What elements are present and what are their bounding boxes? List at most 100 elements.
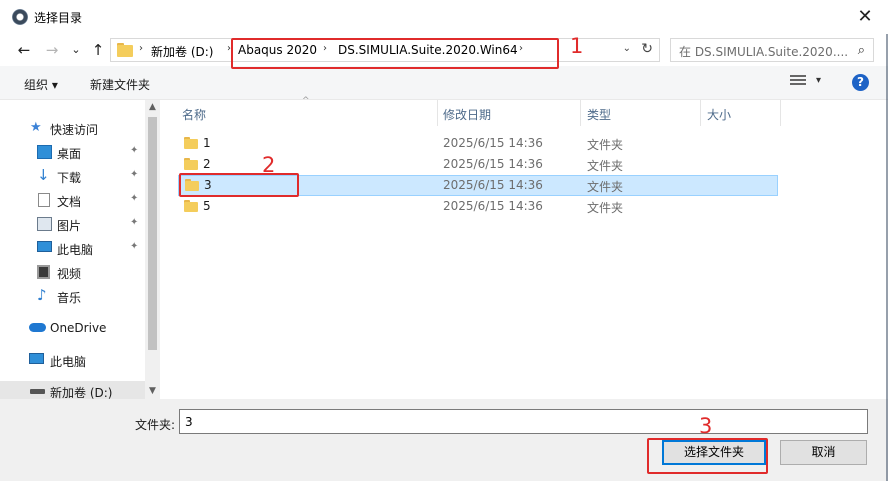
folder-icon xyxy=(184,200,198,212)
cancel-button[interactable]: 取消 xyxy=(780,440,867,465)
sidebar-item-drive-d[interactable]: 新加卷 (D:) xyxy=(0,381,145,400)
file-type: 文件夹 xyxy=(587,159,624,173)
picture-icon xyxy=(37,217,52,231)
navigation-pane: ★ 快速访问 桌面 ✦ ↓ 下载 ✦ 文档 ✦ 图片 ✦ 此电脑 ✦ 视频 ♪ … xyxy=(0,100,160,400)
desktop-icon xyxy=(37,145,52,159)
file-type: 文件夹 xyxy=(587,138,624,152)
file-list: ^ 名称 修改日期 类型 大小 1 2025/6/15 14:36 文件夹 2 … xyxy=(162,96,888,399)
column-divider[interactable] xyxy=(580,100,581,126)
folder-icon xyxy=(185,179,199,191)
sidebar-item-label: 此电脑 xyxy=(57,243,94,257)
column-header-size[interactable]: 大小 xyxy=(707,106,731,123)
search-input[interactable]: 在 DS.SIMULIA.Suite.2020.... xyxy=(679,43,849,60)
view-options-icon[interactable] xyxy=(790,75,806,89)
folder-icon xyxy=(184,137,198,149)
file-date: 2025/6/15 14:36 xyxy=(443,136,543,150)
sidebar-item-this-pc-quick[interactable]: 此电脑 ✦ xyxy=(0,237,145,259)
annotation-number-3: 3 xyxy=(699,414,713,438)
column-divider[interactable] xyxy=(780,100,781,126)
scroll-down-icon[interactable]: ▼ xyxy=(145,384,160,399)
download-icon: ↓ xyxy=(37,166,50,184)
pin-icon[interactable]: ✦ xyxy=(130,193,138,204)
breadcrumb-drive[interactable]: 新加卷 (D:) xyxy=(151,43,213,60)
annotation-number-2: 2 xyxy=(262,153,276,177)
folder-icon xyxy=(117,43,133,57)
file-row-selected[interactable]: 3 2025/6/15 14:36 文件夹 xyxy=(178,175,778,196)
sidebar-item-desktop[interactable]: 桌面 ✦ xyxy=(0,141,145,163)
chevron-down-icon[interactable]: ⌄ xyxy=(623,43,631,54)
sidebar-scrollbar[interactable]: ▲ ▼ xyxy=(145,100,160,399)
select-folder-button[interactable]: 选择文件夹 xyxy=(662,440,766,465)
sidebar-item-label: 音乐 xyxy=(57,291,82,305)
sort-ascending-icon: ^ xyxy=(302,96,310,106)
file-date: 2025/6/15 14:36 xyxy=(443,199,543,213)
column-header-date[interactable]: 修改日期 xyxy=(443,106,491,123)
new-folder-button[interactable]: 新建文件夹 xyxy=(90,76,150,93)
app-icon xyxy=(12,9,28,25)
pin-icon[interactable]: ✦ xyxy=(130,241,138,252)
sidebar-item-this-pc[interactable]: 此电脑 xyxy=(0,349,145,371)
sidebar-item-music[interactable]: ♪ 音乐 xyxy=(0,285,145,307)
chevron-down-icon[interactable]: ▾ xyxy=(816,75,821,86)
file-date: 2025/6/15 14:36 xyxy=(443,157,543,171)
file-name: 1 xyxy=(203,136,211,150)
pin-icon[interactable]: ✦ xyxy=(130,217,138,228)
sidebar-item-label: 快速访问 xyxy=(50,123,99,137)
scroll-up-icon[interactable]: ▲ xyxy=(145,100,160,115)
column-header-type[interactable]: 类型 xyxy=(587,106,611,123)
video-icon xyxy=(37,265,50,279)
search-icon[interactable]: ⌕ xyxy=(858,43,865,58)
sidebar-item-downloads[interactable]: ↓ 下载 ✦ xyxy=(0,165,145,187)
file-name: 2 xyxy=(203,157,211,171)
file-row[interactable]: 5 2025/6/15 14:36 文件夹 xyxy=(178,196,778,217)
computer-icon xyxy=(29,353,44,364)
computer-icon xyxy=(37,241,52,252)
back-arrow-icon[interactable]: ← xyxy=(14,40,34,60)
column-divider[interactable] xyxy=(700,100,701,126)
command-toolbar: 组织 ▾ 新建文件夹 ▾ ? xyxy=(0,66,888,100)
sidebar-item-onedrive[interactable]: OneDrive xyxy=(0,317,145,339)
sidebar-item-label: 文档 xyxy=(57,195,82,209)
file-name: 3 xyxy=(204,178,212,192)
refresh-icon[interactable]: ↻ xyxy=(641,41,653,57)
navigation-bar: ← → ⌄ ↑ › 新加卷 (D:) › Abaqus 2020 › DS.SI… xyxy=(0,34,888,66)
annotation-number-1: 1 xyxy=(570,34,584,58)
column-divider[interactable] xyxy=(437,100,438,126)
pin-icon[interactable]: ✦ xyxy=(130,145,138,156)
dialog-footer: 文件夹: 选择文件夹 取消 xyxy=(0,399,888,481)
up-arrow-icon[interactable]: ↑ xyxy=(88,40,108,60)
sidebar-item-videos[interactable]: 视频 xyxy=(0,261,145,283)
sidebar-item-quick-access[interactable]: ★ 快速访问 xyxy=(0,117,145,139)
chevron-right-icon: › xyxy=(227,43,231,54)
document-icon xyxy=(38,193,50,207)
chevron-right-icon: › xyxy=(519,43,523,54)
folder-label: 文件夹: xyxy=(135,418,176,432)
column-header-name[interactable]: 名称 xyxy=(182,106,206,123)
sidebar-item-documents[interactable]: 文档 ✦ xyxy=(0,189,145,211)
file-name: 5 xyxy=(203,199,211,213)
file-date: 2025/6/15 14:36 xyxy=(443,178,543,192)
close-icon[interactable]: ✕ xyxy=(856,8,874,26)
star-icon: ★ xyxy=(30,120,42,135)
breadcrumb-abaqus[interactable]: Abaqus 2020 xyxy=(238,43,317,57)
breadcrumb-suite[interactable]: DS.SIMULIA.Suite.2020.Win64 xyxy=(338,43,518,57)
folder-name-input[interactable] xyxy=(179,409,868,434)
forward-arrow-icon[interactable]: → xyxy=(42,40,62,60)
drive-icon xyxy=(30,389,45,394)
sidebar-item-label: 下载 xyxy=(57,171,82,185)
pin-icon[interactable]: ✦ xyxy=(130,169,138,180)
sidebar-item-label: OneDrive xyxy=(50,321,107,335)
window-title: 选择目录 xyxy=(34,11,83,25)
search-box[interactable]: 在 DS.SIMULIA.Suite.2020.... ⌕ xyxy=(670,38,874,62)
scrollbar-thumb[interactable] xyxy=(148,117,157,350)
title-bar: 选择目录 ✕ xyxy=(0,0,888,34)
help-icon[interactable]: ? xyxy=(852,74,869,91)
sidebar-item-label: 视频 xyxy=(57,267,82,281)
sidebar-item-label: 图片 xyxy=(57,219,82,233)
organize-button[interactable]: 组织 ▾ xyxy=(24,76,58,93)
recent-locations-chevron-icon[interactable]: ⌄ xyxy=(66,40,86,60)
chevron-right-icon: › xyxy=(323,43,327,54)
file-row[interactable]: 1 2025/6/15 14:36 文件夹 xyxy=(178,133,778,154)
music-icon: ♪ xyxy=(37,286,47,304)
sidebar-item-pictures[interactable]: 图片 ✦ xyxy=(0,213,145,235)
